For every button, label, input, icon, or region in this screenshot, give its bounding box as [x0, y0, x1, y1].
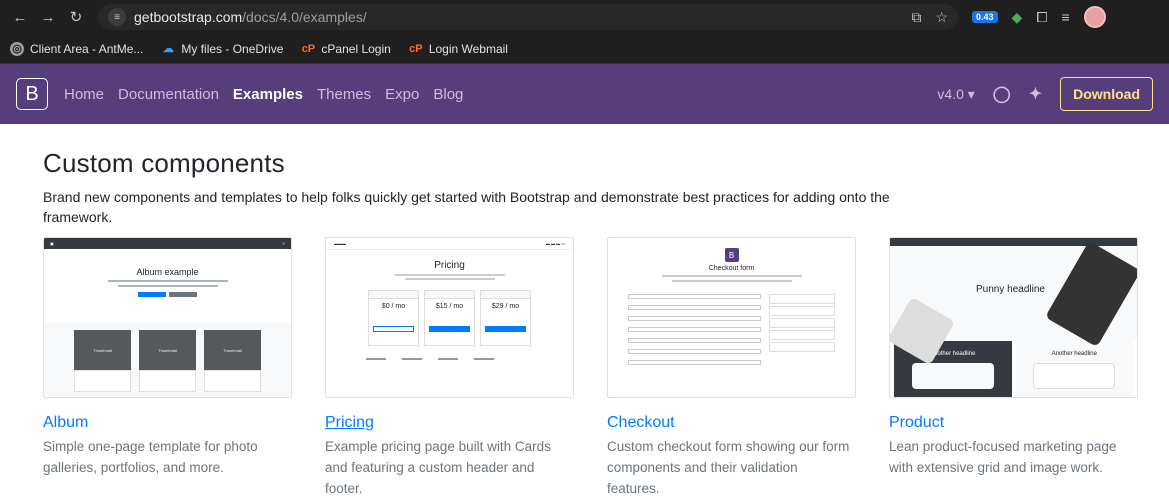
caret-down-icon: ▾: [967, 85, 975, 102]
price-value: $0 / mo: [381, 303, 406, 310]
thumbnail-tile: Thumbnail: [204, 330, 261, 370]
download-button[interactable]: Download: [1060, 77, 1153, 111]
cpanel-icon: cP: [301, 42, 316, 55]
browser-toolbar: ← → ↻ ≡ getbootstrap.com/docs/4.0/exampl…: [0, 0, 1169, 34]
product-thumb-subheading: Another headline: [1051, 351, 1097, 357]
pricing-thumbnail[interactable]: ▬▬▬ ▬ ▬ ▬ ▭ Pricing $0 / mo $15 / mo $29 …: [325, 237, 574, 398]
nav-expo[interactable]: Expo: [383, 86, 421, 103]
bookmark-onedrive[interactable]: ☁ My files - OneDrive: [161, 41, 284, 56]
extension-badge[interactable]: 0.43: [972, 11, 998, 23]
card-title-checkout[interactable]: Checkout: [607, 414, 856, 432]
github-icon[interactable]: ◯: [993, 84, 1011, 104]
extensions-puzzle-icon[interactable]: ⧠: [1036, 9, 1047, 26]
card-title-album[interactable]: Album: [43, 414, 292, 432]
example-card-album: ▣ ≡ Album example Thumbnail Thumbnail Thu…: [43, 237, 292, 499]
card-description: Example pricing page built with Cards an…: [325, 439, 551, 496]
address-bar[interactable]: ≡ getbootstrap.com/docs/4.0/examples/ ⧉ …: [98, 4, 958, 30]
checkout-thumb-heading: Checkout form: [708, 265, 755, 272]
extension-icon[interactable]: ◆: [1012, 9, 1023, 26]
forward-arrow-icon[interactable]: →: [36, 5, 60, 29]
bookmark-label: Client Area - AntMe...: [30, 41, 144, 56]
bookmarks-bar: ◎ Client Area - AntMe... ☁ My files - On…: [0, 34, 1169, 64]
bookmark-label: Login Webmail: [428, 41, 508, 56]
version-label: v4.0: [937, 85, 964, 102]
nav-blog[interactable]: Blog: [431, 86, 465, 103]
bootstrap-logo[interactable]: B: [16, 78, 48, 110]
album-thumb-heading: Album example: [136, 267, 199, 277]
version-dropdown[interactable]: v4.0 ▾: [937, 86, 974, 103]
reading-list-icon[interactable]: ≡: [1062, 9, 1070, 25]
price-value: $15 / mo: [435, 303, 464, 310]
bookmark-label: My files - OneDrive: [181, 41, 284, 56]
product-thumbnail[interactable]: Punny headline Another headline Another …: [889, 237, 1138, 398]
cpanel-icon: cP: [409, 42, 423, 55]
site-info-icon[interactable]: ≡: [108, 8, 126, 26]
pricing-thumb-heading: Pricing: [434, 260, 465, 271]
menu-icon: ≡: [282, 241, 285, 246]
main-content: Custom components Brand new components a…: [0, 124, 1169, 499]
url-host: getbootstrap.com: [134, 9, 243, 25]
section-title: Custom components: [43, 148, 285, 178]
example-cards: ▣ ≡ Album example Thumbnail Thumbnail Thu…: [43, 237, 1138, 499]
globe-icon: ◎: [10, 41, 24, 56]
album-thumbnail[interactable]: ▣ ≡ Album example Thumbnail Thumbnail Thu…: [43, 237, 292, 398]
bookmark-label: cPanel Login: [321, 41, 391, 56]
card-description: Simple one-page template for photo galle…: [43, 439, 258, 475]
price-value: $29 / mo: [491, 303, 520, 310]
example-card-checkout: B Checkout form Checkout Custom checkout…: [607, 237, 856, 499]
nav-home[interactable]: Home: [62, 86, 106, 103]
twitter-icon[interactable]: ✦: [1029, 84, 1042, 104]
example-card-pricing: ▬▬▬ ▬ ▬ ▬ ▭ Pricing $0 / mo $15 / mo $29 …: [325, 237, 574, 499]
reload-icon[interactable]: ↻: [64, 5, 88, 29]
bookmark-cpanel[interactable]: cP cPanel Login: [301, 41, 391, 56]
bookmark-star-icon[interactable]: ☆: [935, 9, 948, 26]
example-card-product: Punny headline Another headline Another …: [889, 237, 1138, 499]
card-title-product[interactable]: Product: [889, 414, 1138, 432]
back-arrow-icon[interactable]: ←: [8, 5, 32, 29]
card-title-pricing[interactable]: Pricing: [325, 414, 574, 432]
nav-themes[interactable]: Themes: [315, 86, 373, 103]
nav-links: Home Documentation Examples Themes Expo …: [62, 86, 465, 103]
product-thumb-heading: Punny headline: [976, 284, 1045, 295]
nav-documentation[interactable]: Documentation: [116, 86, 221, 103]
bootstrap-mini-logo: B: [724, 248, 739, 262]
bookmark-webmail[interactable]: cP Login Webmail: [409, 42, 508, 56]
checkout-thumbnail[interactable]: B Checkout form: [607, 237, 856, 398]
section-description: Brand new components and templates to he…: [43, 189, 890, 225]
profile-avatar[interactable]: [1083, 6, 1106, 28]
card-description: Custom checkout form showing our form co…: [607, 439, 850, 496]
site-navbar: B Home Documentation Examples Themes Exp…: [0, 64, 1169, 124]
card-description: Lean product-focused marketing page with…: [889, 439, 1117, 475]
install-app-icon[interactable]: ⧉: [911, 9, 921, 26]
bookmark-client-area[interactable]: ◎ Client Area - AntMe...: [10, 41, 144, 56]
album-brand: ▣: [50, 241, 54, 246]
url-path: /docs/4.0/examples/: [242, 9, 367, 25]
onedrive-cloud-icon: ☁: [162, 43, 174, 55]
nav-examples[interactable]: Examples: [231, 86, 305, 103]
thumbnail-tile: Thumbnail: [139, 330, 196, 370]
thumbnail-tile: Thumbnail: [74, 330, 131, 370]
